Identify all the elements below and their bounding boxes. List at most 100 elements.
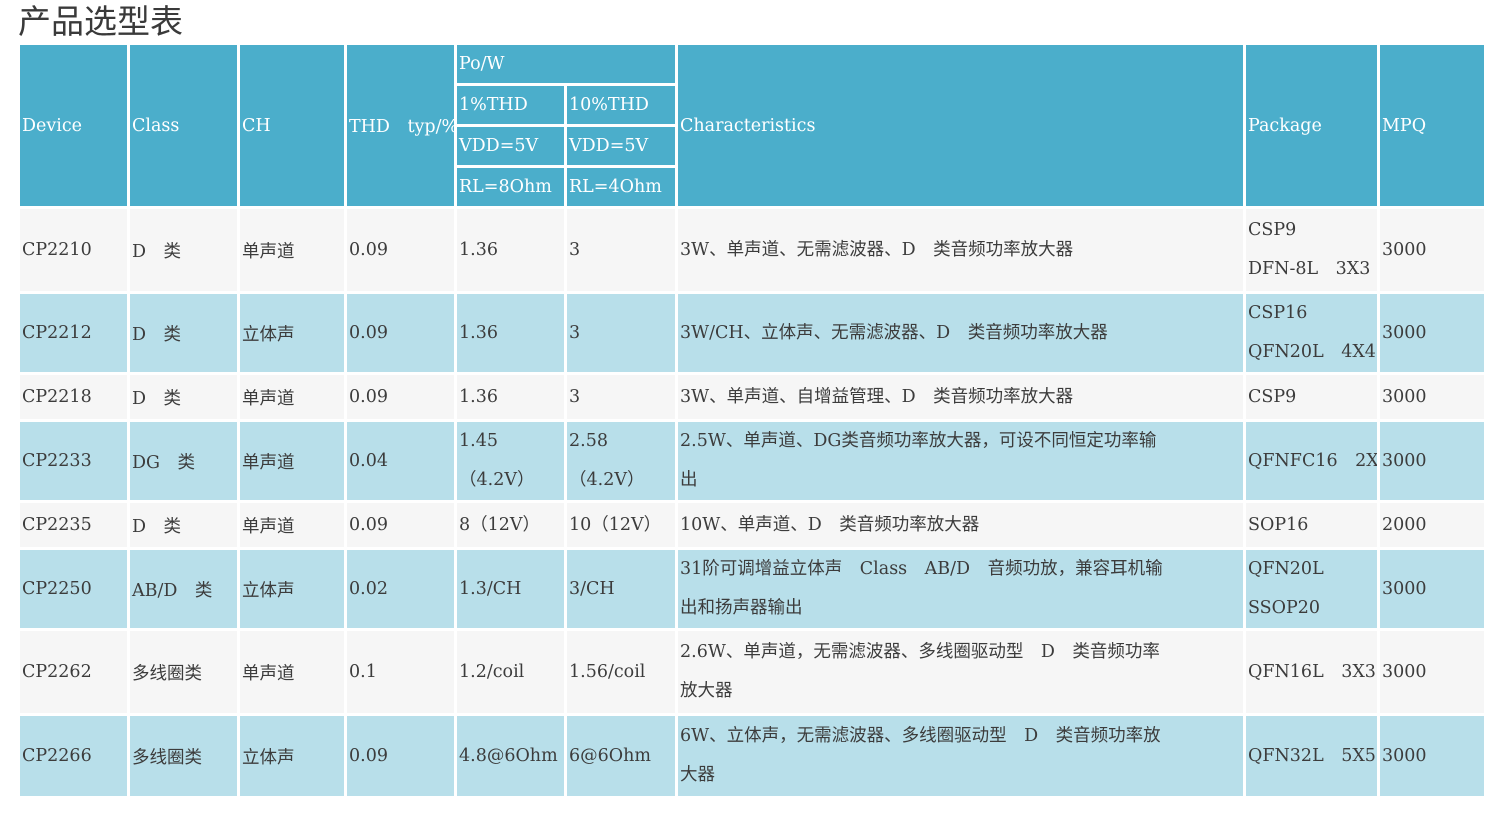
cell-ch: 立体声 [240, 550, 344, 628]
cell-thd: 0.02 [347, 550, 454, 628]
header-vdd-10: VDD=5V [567, 127, 675, 165]
cell-package-line: QFN16L 3X3 [1248, 661, 1376, 682]
cell-po-1-percent: 4.8@6Ohm [457, 716, 564, 796]
cell-package-line: QFNFC16 2X2 [1248, 450, 1377, 471]
cell-characteristics: 10W、单声道、D 类音频功率放大器 [678, 503, 1243, 547]
cell-class: D 类 [130, 503, 237, 547]
cell-characteristics-line: 3W、单声道、自增益管理、D 类音频功率放大器 [680, 386, 1074, 407]
cell-thd: 0.09 [347, 209, 454, 291]
cell-po-1-percent-line: 4.8@6Ohm [459, 745, 558, 766]
cell-class: AB/D 类 [130, 550, 237, 628]
cell-characteristics: 3W、单声道、无需滤波器、D 类音频功率放大器 [678, 209, 1243, 291]
header-class: Class [130, 45, 237, 206]
cell-package: SOP16 [1246, 503, 1377, 547]
cell-po-10-percent-line: 2.58 [569, 431, 608, 451]
cell-po-1-percent-line: 1.36 [459, 322, 498, 343]
table-row: CP2233 DG 类单声道 0.04 1.45 （4.2V） 2.58 （4.2V） 2.5… [20, 422, 1484, 500]
cell-po-1-percent: 8（12V） [457, 503, 564, 547]
cell-po-10-percent-line: 10（12V） [569, 514, 662, 535]
cell-characteristics-line: 2.6W、单声道，无需滤波器、多线圈驱动型 D 类音频功率 [680, 642, 1160, 662]
cell-po-1-percent: 1.36 [457, 209, 564, 291]
table-row: CP2210 D 类单声道 0.09 1.36 3 3W、单声道、无需滤波器、D 类音频功… [20, 209, 1484, 291]
cell-po-10-percent: 1.56/coil [567, 631, 675, 713]
cell-device: CP2212 [20, 294, 127, 372]
cell-po-1-percent: 1.45 （4.2V） [457, 422, 564, 500]
cell-package: QFN16L 3X3 [1246, 631, 1377, 713]
cell-class: DG 类 [130, 422, 237, 500]
table-row: CP2266 多线圈类 立体声 0.09 4.8@6Ohm 6@6Ohm 6W、立体声，无需… [20, 716, 1484, 796]
cell-characteristics-line: 放大器 [680, 681, 733, 701]
cell-mpq: 3000 [1380, 375, 1484, 419]
page-title: 产品选型表 [18, 2, 183, 41]
cell-package-line: CSP9 [1248, 386, 1297, 407]
cell-package: CSP16 QFN20L 4X4 [1246, 294, 1377, 372]
cell-ch: 立体声 [240, 716, 344, 796]
table-row: CP2218 D 类单声道 0.09 1.36 3 3W、单声道、自增益管理、D 类音频功… [20, 375, 1484, 419]
cell-characteristics: 3W/CH、立体声、无需滤波器、D 类音频功率放大器 [678, 294, 1243, 372]
cell-ch: 单声道 [240, 375, 344, 419]
header-rl-10: RL=4Ohm [567, 168, 675, 206]
cell-po-1-percent: 1.36 [457, 294, 564, 372]
header-characteristics: Characteristics [678, 45, 1243, 206]
header-thd: THD typ/% [347, 45, 454, 206]
cell-ch: 立体声 [240, 294, 344, 372]
cell-po-1-percent-line: 1.36 [459, 239, 498, 260]
cell-po-1-percent-line: 1.36 [459, 386, 498, 407]
cell-po-1-percent-line: 1.45 [459, 431, 498, 451]
cell-characteristics: 2.5W、单声道、DG类音频功率放大器，可设不同恒定功率输出 [678, 422, 1243, 500]
cell-po-1-percent-line: 1.3/CH [459, 578, 522, 599]
cell-thd: 0.09 [347, 375, 454, 419]
cell-ch: 单声道 [240, 209, 344, 291]
cell-characteristics-line: 10W、单声道、D 类音频功率放大器 [680, 514, 980, 535]
cell-thd: 0.1 [347, 631, 454, 713]
cell-po-10-percent: 3 [567, 375, 675, 419]
cell-po-10-percent: 6@6Ohm [567, 716, 675, 796]
cell-mpq: 3000 [1380, 550, 1484, 628]
cell-po-1-percent-line: （4.2V） [459, 470, 535, 490]
cell-package-line: SSOP20 [1248, 598, 1321, 618]
cell-po-10-percent: 3/CH [567, 550, 675, 628]
cell-characteristics: 31阶可调增益立体声 Class AB/D 音频功放，兼容耳机输 出和扬声器输出 [678, 550, 1243, 628]
cell-mpq: 2000 [1380, 503, 1484, 547]
cell-package-line: SOP16 [1248, 514, 1309, 535]
cell-ch: 单声道 [240, 422, 344, 500]
cell-po-10-percent-line: 3 [569, 239, 581, 260]
cell-po-1-percent: 1.3/CH [457, 550, 564, 628]
cell-device: CP2233 [20, 422, 127, 500]
table-row: CP2235 D 类单声道 0.09 8（12V） 10（12V） 10W、单声道、D 类… [20, 503, 1484, 547]
cell-characteristics-line: 2.5W、单声道、DG类音频功率放大器，可设不同恒定功率输 [680, 431, 1157, 451]
cell-mpq: 3000 [1380, 631, 1484, 713]
cell-characteristics-line: 6W、立体声，无需滤波器、多线圈驱动型 D 类音频功率放 [680, 726, 1161, 746]
cell-po-1-percent: 1.2/coil [457, 631, 564, 713]
cell-characteristics-line: 大器 [680, 765, 715, 785]
cell-device: CP2266 [20, 716, 127, 796]
cell-po-10-percent: 3 [567, 294, 675, 372]
cell-class: 多线圈类 [130, 716, 237, 796]
table-header: Device Class CH THD typ/% Po/W Character… [20, 45, 1484, 206]
cell-ch: 单声道 [240, 631, 344, 713]
header-po-w: Po/W [457, 45, 675, 83]
table-row: CP2262 多线圈类 单声道 0.1 1.2/coil 1.56/coil 2.6W、单声… [20, 631, 1484, 713]
cell-ch: 单声道 [240, 503, 344, 547]
cell-package: CSP9 DFN-8L 3X3 [1246, 209, 1377, 291]
header-mpq: MPQ [1380, 45, 1484, 206]
cell-package-line: QFN20L [1248, 559, 1324, 579]
cell-package-line: QFN32L 5X5 [1248, 745, 1376, 766]
cell-package: QFNFC16 2X2 [1246, 422, 1377, 500]
cell-po-10-percent-line: （4.2V） [569, 470, 645, 490]
cell-characteristics: 3W、单声道、自增益管理、D 类音频功率放大器 [678, 375, 1243, 419]
table-row: CP2250 AB/D 类立体声 0.02 1.3/CH 3/CH 31阶可调增益立体声 … [20, 550, 1484, 628]
header-rl-1: RL=8Ohm [457, 168, 564, 206]
header-device: Device [20, 45, 127, 206]
header-1-percent-thd: 1%THD [457, 86, 564, 124]
header-10-percent-thd: 10%THD [567, 86, 675, 124]
cell-po-10-percent-line: 1.56/coil [569, 661, 646, 682]
cell-po-10-percent: 3 [567, 209, 675, 291]
cell-device: CP2262 [20, 631, 127, 713]
cell-characteristics-line: 3W、单声道、无需滤波器、D 类音频功率放大器 [680, 239, 1074, 260]
header-package: Package [1246, 45, 1377, 206]
cell-thd: 0.09 [347, 503, 454, 547]
cell-po-1-percent: 1.36 [457, 375, 564, 419]
cell-device: CP2235 [20, 503, 127, 547]
cell-package: CSP9 [1246, 375, 1377, 419]
